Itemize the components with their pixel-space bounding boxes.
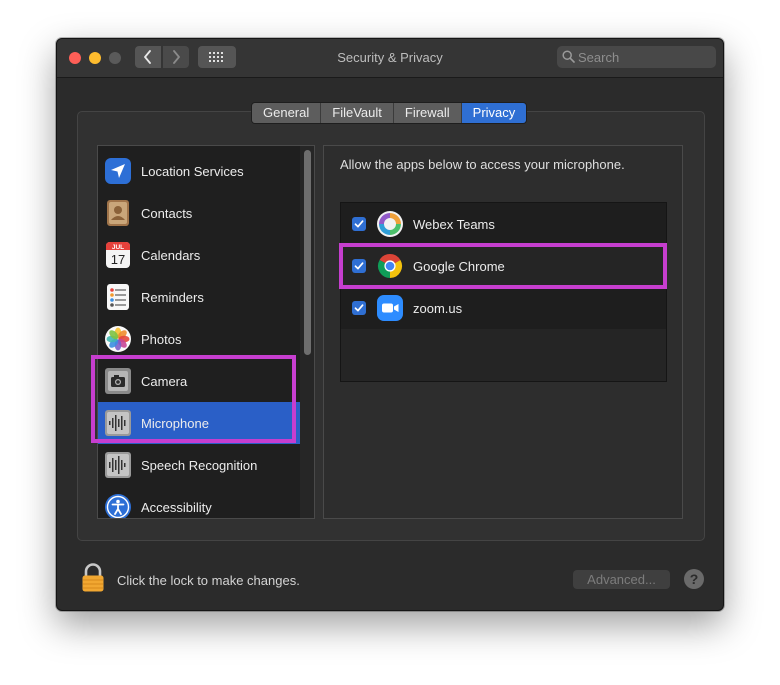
camera-icon	[104, 367, 132, 395]
sidebar-item-camera[interactable]: Camera	[98, 360, 300, 402]
app-label: Google Chrome	[413, 258, 505, 274]
sidebar-item-label: Camera	[141, 373, 188, 389]
search-input[interactable]	[578, 48, 708, 66]
lock-button[interactable]	[81, 563, 105, 598]
sidebar-item-label: Calendars	[141, 247, 201, 263]
permission-prompt: Allow the apps below to access your micr…	[340, 157, 625, 172]
microphone-waveform-icon	[104, 409, 132, 437]
sidebar-item-label: Speech Recognition	[141, 457, 258, 473]
lock-icon	[82, 563, 104, 592]
help-button[interactable]: ?	[684, 569, 704, 589]
app-label: Webex Teams	[413, 216, 495, 232]
contacts-book-icon	[104, 199, 132, 227]
tab-firewall[interactable]: Firewall	[393, 103, 462, 123]
advanced-button[interactable]: Advanced...	[573, 570, 670, 589]
checkmark-icon	[354, 262, 364, 270]
speech-waveform-icon	[104, 451, 132, 479]
sidebar-scroll-thumb[interactable]	[304, 150, 311, 355]
sidebar-item-label: Accessibility	[141, 499, 212, 515]
sidebar-item-microphone[interactable]: Microphone	[98, 402, 300, 444]
location-arrow-icon	[104, 157, 132, 185]
sidebar-item-photos[interactable]: Photos	[98, 318, 300, 360]
calendar-day-label: 17	[111, 252, 125, 267]
tab-bar: General FileVault Firewall Privacy	[251, 102, 528, 124]
sidebar-item-speech-recognition[interactable]: Speech Recognition	[98, 444, 300, 486]
tab-general[interactable]: General	[252, 103, 322, 123]
sidebar-item-calendars[interactable]: JUL 17 Calendars	[98, 234, 300, 276]
photos-flower-icon	[104, 325, 132, 353]
sidebar-item-label: Contacts	[141, 205, 193, 221]
security-privacy-window: Security & Privacy General FileVault Fir…	[56, 38, 724, 611]
search-field[interactable]	[557, 46, 716, 68]
lock-instruction-text: Click the lock to make changes.	[117, 573, 300, 588]
tab-privacy[interactable]: Privacy	[461, 103, 527, 123]
checkmark-icon	[354, 220, 364, 228]
checkmark-icon	[354, 304, 364, 312]
calendar-icon: JUL 17	[104, 241, 132, 269]
sidebar-item-contacts[interactable]: Contacts	[98, 192, 300, 234]
app-checkbox[interactable]	[352, 259, 366, 273]
search-icon	[562, 50, 575, 63]
zoom-camera-icon	[376, 294, 404, 322]
sidebar-item-label: Reminders	[141, 289, 204, 305]
app-row-webex-teams[interactable]: Webex Teams	[341, 203, 666, 245]
calendar-month-label: JUL	[112, 244, 124, 251]
title-bar: Security & Privacy	[57, 39, 723, 78]
app-checkbox[interactable]	[352, 217, 366, 231]
privacy-category-list: Location Services Contacts JUL 17 Calend…	[97, 145, 315, 519]
app-label: zoom.us	[413, 300, 463, 316]
sidebar-item-location-services[interactable]: Location Services	[98, 150, 300, 192]
sidebar-item-label: Microphone	[141, 415, 209, 431]
tab-filevault[interactable]: FileVault	[321, 103, 394, 123]
accessibility-icon	[104, 493, 132, 518]
sidebar-item-reminders[interactable]: Reminders	[98, 276, 300, 318]
app-row-zoom[interactable]: zoom.us	[341, 287, 666, 329]
app-checkbox[interactable]	[352, 301, 366, 315]
sidebar-scrollbar[interactable]	[300, 146, 314, 518]
sidebar-item-label: Photos	[141, 331, 182, 347]
webex-teams-icon	[376, 210, 404, 238]
app-permission-list: Webex Teams Google Chrome zoom.us	[340, 202, 667, 382]
empty-list-row	[341, 329, 666, 381]
google-chrome-icon	[376, 252, 404, 280]
sidebar-item-accessibility[interactable]: Accessibility	[98, 486, 300, 518]
sidebar-item-label: Location Services	[141, 163, 244, 179]
app-row-google-chrome[interactable]: Google Chrome	[341, 245, 666, 287]
reminders-list-icon	[104, 283, 132, 311]
